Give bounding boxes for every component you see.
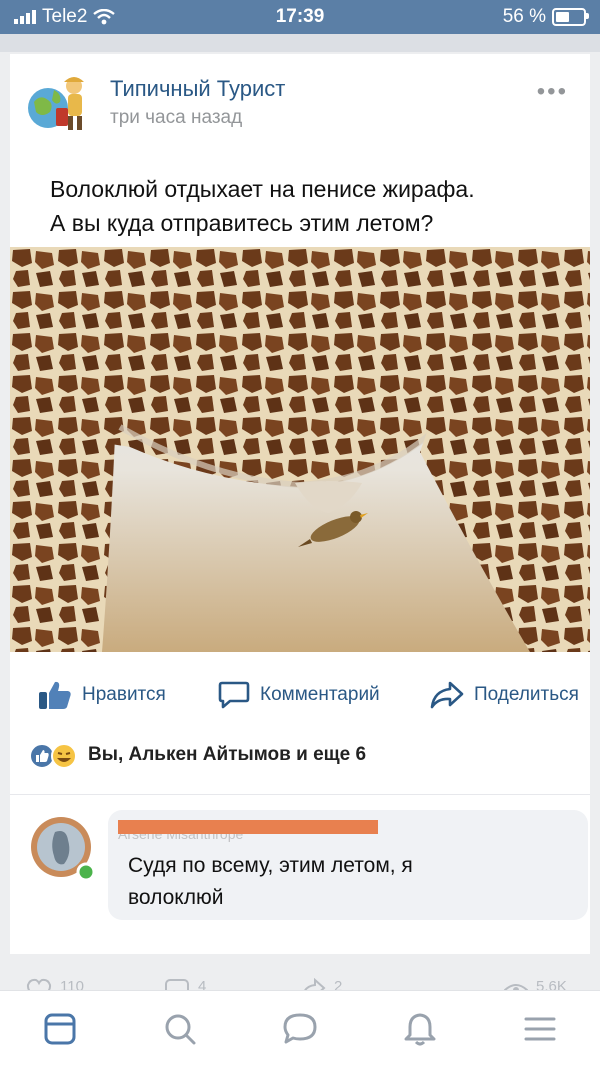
- news-icon: [44, 1013, 76, 1045]
- share-button[interactable]: Поделиться: [430, 680, 579, 710]
- notifications-icon: [404, 1013, 436, 1046]
- comment-label: Комментарий: [260, 684, 380, 705]
- like-button[interactable]: Нравится: [38, 680, 166, 710]
- share-icon: [430, 681, 464, 709]
- battery-percent: 56 %: [502, 6, 546, 27]
- post-stats-row: 110 4 2 5,6K: [20, 975, 580, 991]
- redaction-bar: [118, 820, 378, 834]
- search-icon: [165, 1014, 196, 1045]
- status-bar: Tele2 17:39 56 %: [0, 0, 600, 34]
- messages-icon: [283, 1013, 317, 1044]
- community-avatar[interactable]: [26, 72, 94, 132]
- tab-news[interactable]: [40, 1009, 80, 1049]
- divider: [10, 794, 590, 795]
- post-card: Типичный Турист три часа назад ••• Волок…: [10, 54, 590, 954]
- bottom-tab-bar: [0, 990, 600, 1067]
- reaction-summary: Вы, Алькен Айтымов и еще 6: [88, 744, 367, 765]
- more-icon[interactable]: •••: [537, 78, 568, 106]
- post-text-line-2: А вы куда отправитесь этим летом?: [50, 210, 434, 236]
- reaction-icons: [29, 743, 77, 769]
- battery-icon: [552, 8, 589, 26]
- battery-fill: [556, 12, 569, 22]
- like-label: Нравится: [82, 684, 166, 705]
- comment-button[interactable]: Комментарий: [218, 680, 380, 710]
- like-icon: [39, 681, 71, 709]
- tab-menu[interactable]: [520, 1009, 560, 1049]
- post-text-line-1: Волоклюй отдыхает на пенисе жирафа.: [50, 176, 475, 202]
- comment-text: Судя по всему, этим летом, я волоклюй: [128, 854, 413, 909]
- post-time[interactable]: три часа назад: [110, 107, 242, 129]
- post-text: Волоклюй отдыхает на пенисе жирафа. А вы…: [50, 172, 475, 240]
- comment-bubble: Arsene Misanthrope Судя по всему, этим л…: [108, 810, 588, 920]
- tab-notifications[interactable]: [400, 1009, 440, 1049]
- status-right: 56 %: [502, 6, 589, 28]
- menu-icon: [524, 1017, 556, 1041]
- online-indicator: [76, 862, 96, 882]
- tab-messages[interactable]: [280, 1009, 320, 1049]
- post-actions: Нравится Комментарий Поделиться: [10, 672, 590, 722]
- feed-top-strip: [0, 34, 600, 52]
- comment-icon: [218, 681, 250, 709]
- reactions-row[interactable]: Вы, Алькен Айтымов и еще 6: [10, 736, 590, 776]
- share-label: Поделиться: [474, 684, 579, 705]
- commenter-avatar[interactable]: [28, 814, 98, 884]
- tab-search[interactable]: [160, 1009, 200, 1049]
- post-photo[interactable]: [10, 247, 590, 652]
- post-author[interactable]: Типичный Турист: [110, 76, 285, 102]
